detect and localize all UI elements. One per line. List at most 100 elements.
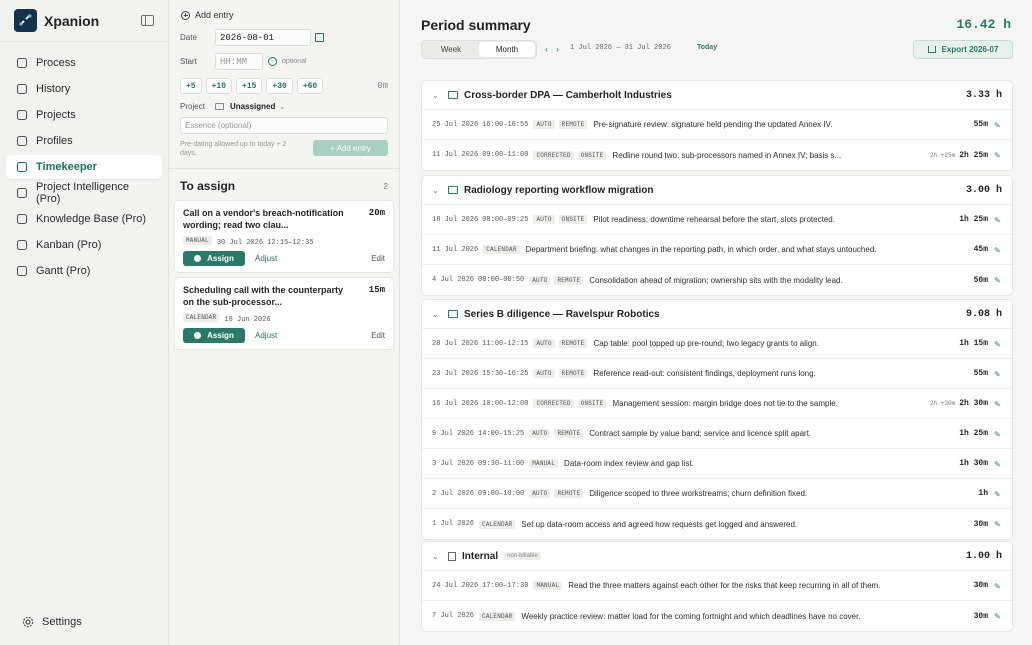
pencil-icon[interactable]: ✎: [994, 400, 1002, 409]
entry-time: 09:30–11:00: [478, 459, 525, 468]
calendar-icon[interactable]: [315, 33, 324, 42]
pencil-icon[interactable]: ✎: [994, 520, 1002, 529]
duration-chip[interactable]: +15: [236, 78, 263, 94]
chevron-down-icon[interactable]: ⌄: [432, 310, 442, 319]
pencil-icon[interactable]: ✎: [994, 460, 1002, 469]
sidebar-item-knowledge-base-pro[interactable]: Knowledge Base (Pro): [6, 207, 162, 231]
chevron-down-icon[interactable]: ⌄: [432, 552, 442, 561]
time-entry-row[interactable]: 7 Jul 2026 CALENDAR Weekly practice review…: [422, 601, 1012, 631]
time-entry-row[interactable]: 11 Jul 2026 09:00–11:00 CORRECTED ONSITE Red…: [422, 140, 1012, 170]
entry-tag: CORRECTED: [533, 150, 574, 160]
entry-tags: AUTO REMOTE: [533, 339, 591, 348]
sidebar-item-gantt-pro[interactable]: Gantt (Pro): [6, 259, 162, 283]
adjust-button[interactable]: Adjust: [255, 331, 277, 340]
chevron-down-icon[interactable]: ⌄: [432, 91, 442, 100]
entry-duration: 30m: [973, 519, 988, 529]
pencil-icon[interactable]: ✎: [994, 430, 1002, 439]
pencil-icon[interactable]: ✎: [994, 370, 1002, 379]
clock-icon: [16, 161, 28, 173]
pencil-icon[interactable]: ✎: [994, 490, 1002, 499]
time-entry-row[interactable]: 1 Jul 2026 CALENDAR Set up data-room acces…: [422, 509, 1012, 539]
project-select[interactable]: Unassigned: [230, 102, 275, 111]
pencil-icon[interactable]: ✎: [994, 151, 1002, 160]
entry-description: Contract sample by value band; service a…: [589, 429, 812, 438]
time-entry-row[interactable]: 24 Jul 2026 17:00–17:30 MANUAL Read the thr…: [422, 571, 1012, 601]
time-entry-row[interactable]: 11 Jul 2026 CALENDAR Department briefing: …: [422, 235, 1012, 265]
entry-date: 11 Jul 2026: [432, 151, 479, 159]
edit-button[interactable]: Edit: [371, 331, 385, 340]
sidebar-item-project-intelligence-pro[interactable]: Project Intelligence (Pro): [6, 181, 162, 205]
add-entry-header[interactable]: Add entry: [169, 0, 399, 20]
pencil-icon[interactable]: ✎: [994, 612, 1002, 621]
sidebar-item-settings[interactable]: Settings: [12, 610, 156, 634]
duration-chip[interactable]: +10: [205, 78, 233, 94]
entry-description: Management session: margin bridge does n…: [612, 399, 838, 408]
source-tag: MANUAL: [183, 236, 212, 246]
time-entry-row[interactable]: 9 Jul 2026 14:00–15:25 AUTO REMOTE Contract …: [422, 419, 1012, 449]
duration-chip[interactable]: +30: [266, 78, 293, 94]
group-header[interactable]: ⌄ Internal non-billable 1.00 h: [422, 542, 1012, 571]
entry-right: 30m ✎: [974, 581, 1002, 591]
entry-right: 55m ✎: [974, 120, 1002, 130]
tab-month[interactable]: Month: [479, 42, 535, 57]
today-link[interactable]: Today: [697, 44, 717, 51]
adjust-button[interactable]: Adjust: [255, 254, 277, 263]
time-entry-row[interactable]: 23 Jul 2026 15:30–16:25 AUTO REMOTE Referenc…: [422, 359, 1012, 389]
time-entry-row[interactable]: 25 Jul 2026 16:00–16:55 AUTO REMOTE Pre-sign…: [422, 110, 1012, 140]
assign-button[interactable]: Assign: [183, 251, 245, 266]
sidebar-item-label: Timekeeper: [36, 161, 97, 173]
time-entry-row[interactable]: 28 Jul 2026 11:00–12:15 AUTO REMOTE Cap tabl…: [422, 329, 1012, 359]
essence-input[interactable]: Essence (optional): [180, 117, 388, 134]
entry-tag: REMOTE: [554, 489, 584, 498]
to-assign-count: 2: [383, 181, 388, 191]
start-time-field[interactable]: HH:MM: [215, 53, 263, 70]
sidebar-item-profiles[interactable]: Profiles: [6, 129, 162, 153]
chevron-down-icon[interactable]: ⌄: [432, 186, 442, 195]
folder-icon: [448, 91, 458, 99]
add-entry-button[interactable]: + Add entry: [313, 140, 388, 156]
time-entry-row[interactable]: 4 Jul 2026 08:00–08:50 AUTO REMOTE Consolida…: [422, 265, 1012, 295]
entry-date: 18 Jul 2026: [432, 215, 479, 224]
entry-right: 1h 25m ✎: [959, 215, 1002, 225]
time-entry-row[interactable]: 3 Jul 2026 09:30–11:00 MANUAL Data-room ind…: [422, 449, 1012, 479]
group-header[interactable]: ⌄ Radiology reporting workflow migration 3…: [422, 176, 1012, 205]
sidebar-item-kanban-pro[interactable]: Kanban (Pro): [6, 233, 162, 257]
time-entry-row[interactable]: 16 Jul 2026 10:00–12:00 CORRECTED ONSITE Man…: [422, 389, 1012, 419]
sidebar-item-process[interactable]: Process: [6, 51, 162, 75]
entry-tag: AUTO: [529, 429, 551, 438]
time-entry-row[interactable]: 2 Jul 2026 09:00–10:00 AUTO REMOTE Diligence…: [422, 479, 1012, 509]
sidebar-item-projects[interactable]: Projects: [6, 103, 162, 127]
entry-tag: CALENDAR: [479, 611, 516, 621]
pencil-icon[interactable]: ✎: [994, 276, 1002, 285]
sidebar-toggle-icon[interactable]: [141, 15, 154, 26]
pencil-icon[interactable]: ✎: [994, 582, 1002, 591]
pencil-icon[interactable]: ✎: [994, 246, 1002, 255]
sidebar-item-timekeeper[interactable]: Timekeeper: [6, 155, 162, 179]
pencil-icon[interactable]: ✎: [994, 216, 1002, 225]
entry-time: 11:00–12:15: [482, 339, 529, 348]
chevron-right-icon[interactable]: ›: [556, 44, 559, 54]
entry-date: 9 Jul 2026: [432, 429, 475, 438]
pencil-icon[interactable]: ✎: [994, 340, 1002, 349]
time-entry-row[interactable]: 18 Jul 2026 08:00–09:25 AUTO ONSITE Pilot re…: [422, 205, 1012, 235]
group-header[interactable]: ⌄ Series B diligence — Ravelspur Robotics…: [422, 300, 1012, 329]
entry-right: 1h 25m ✎: [959, 429, 1002, 439]
chevron-left-icon[interactable]: ‹: [545, 44, 548, 54]
chevron-down-icon[interactable]: ⌄: [279, 103, 285, 111]
group-header[interactable]: ⌄ Cross-border DPA — Camberholt Industrie…: [422, 81, 1012, 110]
folder-icon: [448, 310, 458, 318]
export-button[interactable]: Export 2026-07: [913, 40, 1013, 59]
period-toggle: Week Month: [421, 40, 537, 59]
tab-week[interactable]: Week: [423, 42, 479, 57]
pencil-icon[interactable]: ✎: [994, 121, 1002, 130]
edit-button[interactable]: Edit: [371, 254, 385, 263]
xpanion-logo-icon: [14, 9, 37, 32]
entry-time: 10:00–12:00: [482, 399, 529, 408]
entry-tags: AUTO REMOTE: [529, 429, 587, 438]
duration-chip[interactable]: +60: [296, 78, 324, 94]
duration-chip[interactable]: +5: [180, 78, 202, 94]
assign-button[interactable]: Assign: [183, 328, 245, 343]
sidebar-item-history[interactable]: History: [6, 77, 162, 101]
entry-duration: 30m: [973, 611, 988, 621]
date-field[interactable]: 2026-08-01: [215, 29, 311, 46]
